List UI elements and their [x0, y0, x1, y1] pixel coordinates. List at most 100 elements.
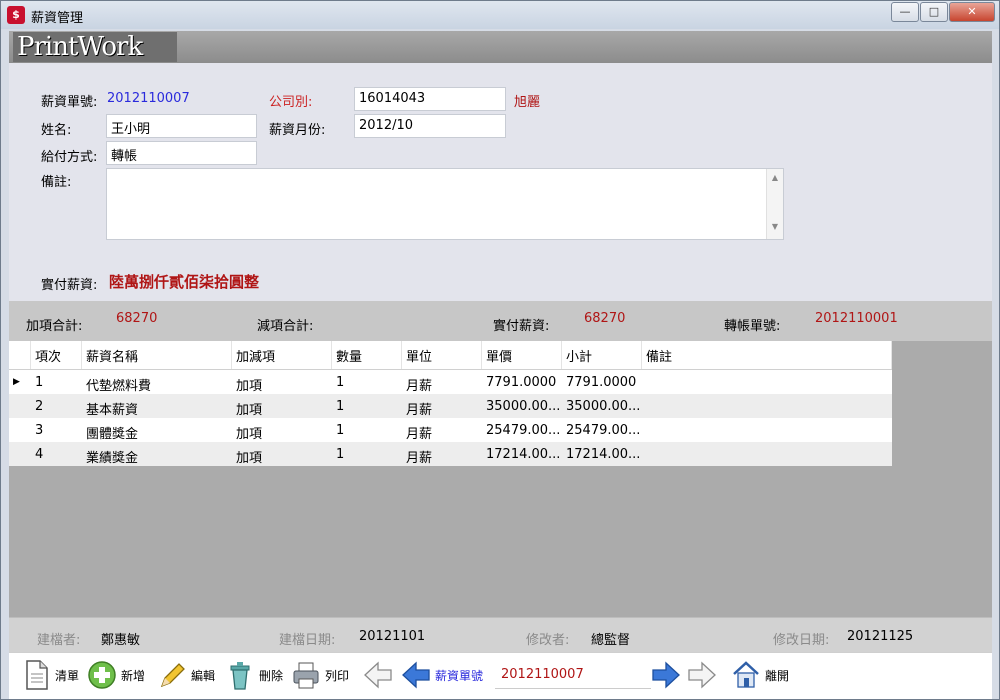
- row-indicator-icon: ▶: [13, 377, 20, 387]
- modified-date-value: 20121125: [847, 629, 914, 644]
- add-button[interactable]: 新增: [87, 657, 145, 693]
- column-header[interactable]: 單位: [402, 341, 482, 369]
- arrow-left-icon: [402, 661, 430, 689]
- exit-button[interactable]: 離開: [731, 657, 789, 693]
- column-header[interactable]: 備註: [642, 341, 892, 369]
- modifier-value: 總監督: [591, 633, 631, 648]
- cell-price[interactable]: 17214.00...: [482, 442, 562, 466]
- cell-subtotal[interactable]: 17214.00...: [562, 442, 642, 466]
- modifier-label: 修改者:: [526, 633, 570, 648]
- arrow-right-outline-icon: [688, 661, 716, 689]
- transfer-no-label: 轉帳單號:: [724, 319, 781, 334]
- close-button[interactable]: ✕: [949, 2, 995, 22]
- home-icon: [733, 661, 759, 688]
- column-header[interactable]: 單價: [482, 341, 562, 369]
- column-header[interactable]: 加減項: [232, 341, 332, 369]
- salary-header-form: 薪資單號: 2012110007 公司別: 16014043 旭麗 姓名: 王小…: [9, 63, 992, 301]
- cell-subtotal[interactable]: 7791.0000: [562, 370, 642, 394]
- cell-unit[interactable]: 月薪: [402, 394, 482, 418]
- edit-button[interactable]: 編輯: [157, 657, 215, 693]
- cell-name[interactable]: 基本薪資: [82, 394, 232, 418]
- app-window: $ 薪資管理 — □ ✕ PrintWork 薪資單號: 2012110007 …: [0, 0, 1000, 700]
- cell-no[interactable]: 3: [31, 418, 82, 442]
- payment-method-field[interactable]: 轉帳: [106, 141, 257, 165]
- cell-price[interactable]: 7791.0000: [482, 370, 562, 394]
- list-button-label: 清單: [55, 668, 80, 683]
- transfer-no-value: 2012110001: [815, 311, 898, 326]
- cell-note[interactable]: [642, 394, 892, 418]
- salary-items-grid: 項次 薪資名稱 加減項 數量 單位 單價 小計 備註 ▶ 1 代墊燃料費 加項 …: [9, 341, 892, 466]
- memo-textarea[interactable]: ▲ ▼: [106, 168, 784, 240]
- scroll-up-icon[interactable]: ▲: [767, 173, 783, 182]
- cell-no[interactable]: 4: [31, 442, 82, 466]
- brand-banner: PrintWork: [9, 31, 992, 63]
- previous-record-button[interactable]: 薪資單號: [401, 657, 483, 693]
- company-code-field[interactable]: 16014043: [354, 87, 506, 111]
- cell-subtotal[interactable]: 35000.00...: [562, 394, 642, 418]
- cell-type[interactable]: 加項: [232, 394, 332, 418]
- name-label: 姓名:: [41, 123, 72, 138]
- modified-date-label: 修改日期:: [773, 633, 830, 648]
- trash-icon: [230, 662, 250, 690]
- minimize-button[interactable]: —: [891, 2, 919, 22]
- last-record-button[interactable]: [687, 657, 721, 693]
- cell-note[interactable]: [642, 442, 892, 466]
- cell-unit[interactable]: 月薪: [402, 370, 482, 394]
- delete-button[interactable]: 刪除: [225, 657, 283, 693]
- creator-label: 建檔者:: [37, 633, 81, 648]
- exit-button-label: 離開: [765, 668, 790, 683]
- cell-name[interactable]: 業績獎金: [82, 442, 232, 466]
- table-row[interactable]: 2 基本薪資 加項 1 月薪 35000.00... 35000.00...: [9, 394, 892, 418]
- cell-unit[interactable]: 月薪: [402, 418, 482, 442]
- cell-note[interactable]: [642, 370, 892, 394]
- cell-qty[interactable]: 1: [332, 442, 402, 466]
- cell-no[interactable]: 1: [31, 370, 82, 394]
- list-button[interactable]: 清單: [21, 657, 79, 693]
- cell-type[interactable]: 加項: [232, 370, 332, 394]
- column-header[interactable]: 薪資名稱: [82, 341, 232, 369]
- table-row[interactable]: 3 團體獎金 加項 1 月薪 25479.00... 25479.00...: [9, 418, 892, 442]
- salary-month-field[interactable]: 2012/10: [354, 114, 506, 138]
- net-label: 實付薪資:: [493, 319, 550, 334]
- month-label: 薪資月份:: [269, 123, 326, 138]
- document-icon: [26, 660, 48, 690]
- first-record-button[interactable]: [363, 657, 397, 693]
- column-header[interactable]: 小計: [562, 341, 642, 369]
- cell-name[interactable]: 代墊燃料費: [82, 370, 232, 394]
- created-date-value: 20121101: [359, 629, 426, 644]
- column-header[interactable]: 項次: [31, 341, 82, 369]
- bottom-toolbar: 清單 新增 編輯 刪除 列印 薪資單號 2012110007 離開: [9, 652, 992, 699]
- cell-qty[interactable]: 1: [332, 394, 402, 418]
- cell-no[interactable]: 2: [31, 394, 82, 418]
- table-row[interactable]: 4 業績獎金 加項 1 月薪 17214.00... 17214.00...: [9, 442, 892, 466]
- created-date-label: 建檔日期:: [279, 633, 336, 648]
- next-record-button[interactable]: [651, 657, 685, 693]
- maximize-button[interactable]: □: [920, 2, 948, 22]
- cell-note[interactable]: [642, 418, 892, 442]
- net-value: 68270: [584, 311, 626, 326]
- window-controls: — □ ✕: [890, 2, 995, 22]
- nav-slip-field[interactable]: 2012110007: [495, 662, 651, 689]
- cell-type[interactable]: 加項: [232, 418, 332, 442]
- column-header[interactable]: 數量: [332, 341, 402, 369]
- cell-price[interactable]: 25479.00...: [482, 418, 562, 442]
- cell-unit[interactable]: 月薪: [402, 442, 482, 466]
- arrow-left-outline-icon: [364, 661, 392, 689]
- print-button[interactable]: 列印: [291, 657, 349, 693]
- table-row[interactable]: ▶ 1 代墊燃料費 加項 1 月薪 7791.0000 7791.0000: [9, 370, 892, 394]
- memo-scrollbar[interactable]: ▲ ▼: [766, 169, 783, 239]
- cell-name[interactable]: 團體獎金: [82, 418, 232, 442]
- employee-name-field[interactable]: 王小明: [106, 114, 257, 138]
- cell-qty[interactable]: 1: [332, 418, 402, 442]
- totals-bar: 加項合計: 68270 減項合計: 實付薪資: 68270 轉帳單號: 2012…: [9, 301, 992, 341]
- header-indicator: [9, 341, 31, 369]
- cell-type[interactable]: 加項: [232, 442, 332, 466]
- slip-no-label: 薪資單號:: [41, 95, 98, 110]
- nav-slip-label: 薪資單號: [435, 668, 484, 683]
- scroll-down-icon[interactable]: ▼: [767, 222, 783, 231]
- grid-header: 項次 薪資名稱 加減項 數量 單位 單價 小計 備註: [9, 341, 892, 370]
- pencil-icon: [160, 663, 185, 688]
- cell-qty[interactable]: 1: [332, 370, 402, 394]
- cell-price[interactable]: 35000.00...: [482, 394, 562, 418]
- cell-subtotal[interactable]: 25479.00...: [562, 418, 642, 442]
